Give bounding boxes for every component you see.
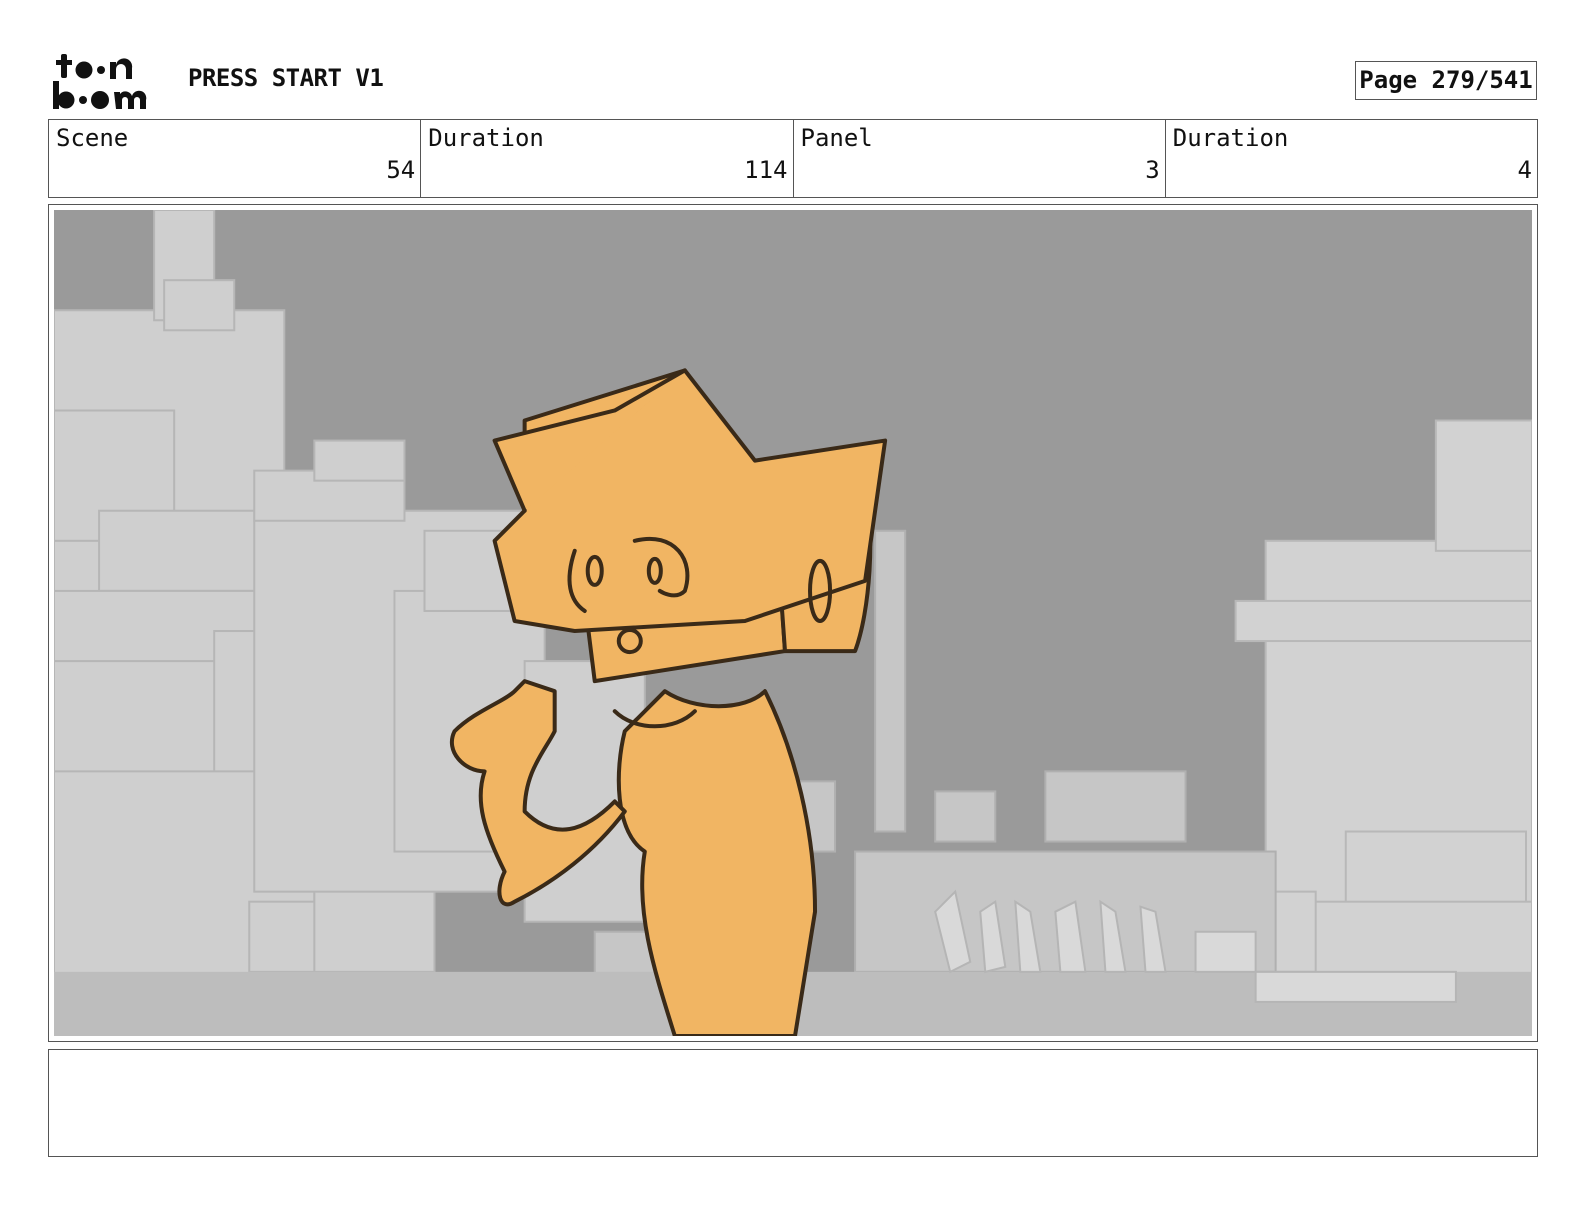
info-row: Scene 54 Duration 114 Panel 3 Duration 4 [48,119,1538,198]
scene-label: Scene [56,124,129,152]
panel-label: Panel [800,124,873,152]
panel-duration-cell: Duration 4 [1166,120,1537,197]
scene-duration-cell: Duration 114 [421,120,794,197]
toon-boom-logo [53,54,147,109]
project-title: PRESS START V1 [188,64,384,92]
storyboard-panel-image [54,210,1532,1036]
notes-box [48,1049,1538,1157]
panel-frame [48,204,1538,1042]
scene-duration-label: Duration [428,124,544,152]
panel-duration-label: Duration [1172,124,1289,152]
panel-value: 3 [1145,156,1160,184]
panel-duration-value: 4 [1517,156,1532,184]
scene-value: 54 [386,156,416,184]
panel-cell: Panel 3 [794,120,1166,197]
scene-duration-value: 114 [744,156,788,184]
scene-cell: Scene 54 [49,120,422,197]
page-indicator: Page 279/541 [1355,61,1537,100]
